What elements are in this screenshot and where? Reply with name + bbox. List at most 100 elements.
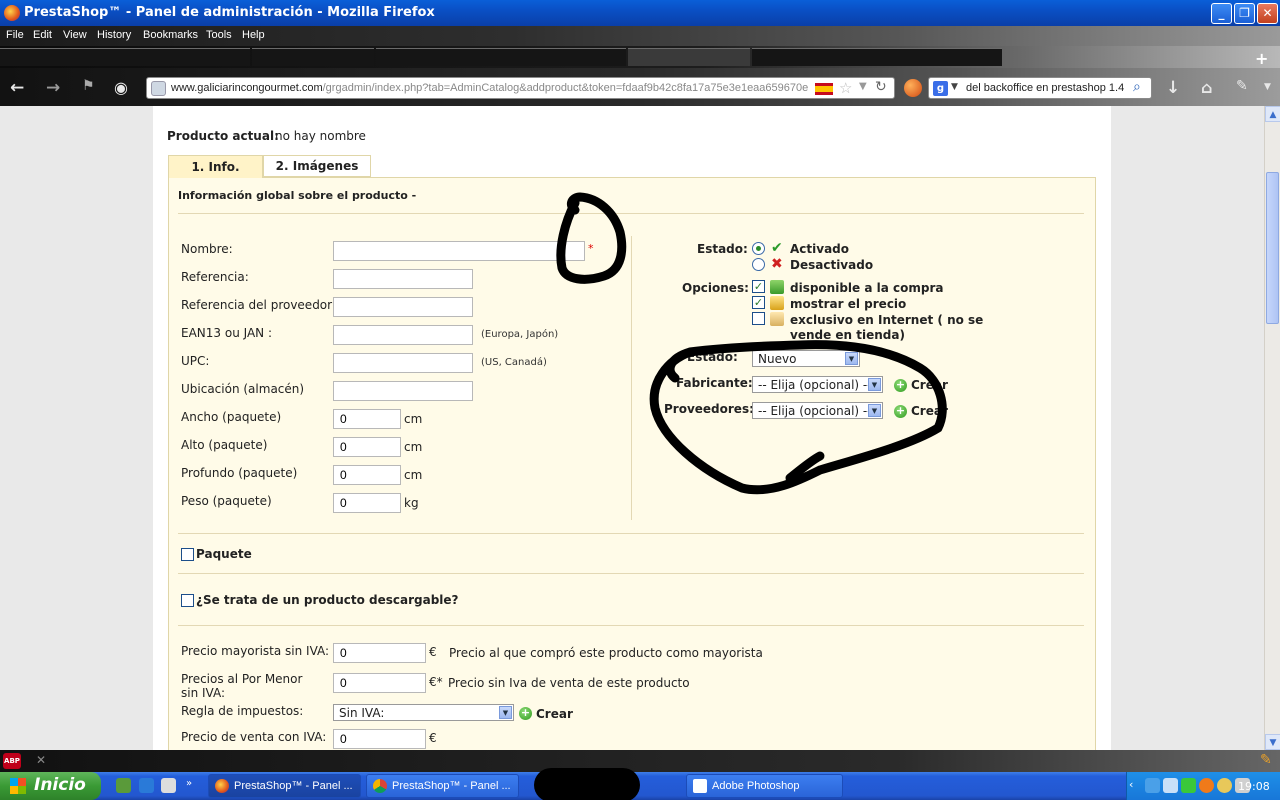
- menu-bookmarks[interactable]: Bookmarks: [143, 29, 198, 41]
- back-icon[interactable]: ←: [10, 78, 24, 98]
- quicklaunch-more-icon[interactable]: »: [186, 778, 192, 789]
- addon-status-icon[interactable]: ✎: [1260, 752, 1272, 768]
- check-icon: ✔: [771, 240, 783, 256]
- mostrar-label: mostrar el precio: [790, 297, 907, 311]
- activado-radio[interactable]: [752, 242, 765, 255]
- disponible-checkbox[interactable]: ✓: [752, 280, 765, 293]
- exclusivo-checkbox[interactable]: [752, 312, 765, 325]
- search-icon[interactable]: ⌕: [1133, 79, 1141, 95]
- dropdown-arrow-icon[interactable]: ▼: [859, 81, 867, 92]
- proveedores-select[interactable]: -- Elija (opcional) -- ▼: [752, 402, 883, 419]
- ancho-label: Ancho (paquete): [181, 410, 282, 424]
- ie-icon[interactable]: [139, 778, 154, 793]
- venta-input[interactable]: [333, 729, 426, 749]
- exclusivo-label: exclusivo en Internet ( no se vende en t…: [790, 313, 984, 342]
- create-impuesto-link[interactable]: Crear: [536, 707, 573, 721]
- menu-view[interactable]: View: [63, 29, 87, 41]
- bookmark-star-icon[interactable]: ☆: [839, 79, 852, 97]
- tools-icon[interactable]: ✎: [1236, 78, 1248, 94]
- upc-label: UPC:: [181, 354, 210, 368]
- mayorista-input[interactable]: [333, 643, 426, 663]
- download-icon[interactable]: ↓: [1166, 78, 1180, 98]
- fabricante-label: Fabricante:: [676, 376, 753, 390]
- browser-tab[interactable]: [252, 48, 374, 66]
- messenger-icon[interactable]: [1181, 778, 1196, 793]
- mostrar-checkbox[interactable]: ✓: [752, 296, 765, 309]
- peso-input[interactable]: [333, 493, 401, 513]
- menu-file[interactable]: File: [6, 29, 24, 41]
- alto-input[interactable]: [333, 437, 401, 457]
- referencia-input[interactable]: [333, 269, 473, 289]
- url-bar[interactable]: www.galiciarincongourmet.com/grgadmin/in…: [146, 77, 895, 99]
- history-icon[interactable]: ⚑: [82, 78, 95, 94]
- ean-input[interactable]: [333, 325, 473, 345]
- ancho-input[interactable]: [333, 409, 401, 429]
- maximize-button[interactable]: ❐: [1234, 3, 1255, 24]
- browser-tab[interactable]: [752, 48, 1002, 66]
- url-text[interactable]: www.galiciarincongourmet.com/grgadmin/in…: [171, 82, 808, 94]
- close-addonbar-icon[interactable]: ✕: [36, 753, 46, 767]
- scroll-thumb[interactable]: [1266, 172, 1279, 324]
- desactivado-radio[interactable]: [752, 258, 765, 271]
- network-icon[interactable]: [1145, 778, 1160, 793]
- profundo-input[interactable]: [333, 465, 401, 485]
- minimize-button[interactable]: _: [1211, 3, 1232, 24]
- menor-input[interactable]: [333, 673, 426, 693]
- tab-imagenes[interactable]: 2. Imágenes (0): [263, 155, 371, 194]
- forward-icon[interactable]: →: [46, 78, 60, 98]
- menu-history[interactable]: History: [97, 29, 131, 41]
- tray-app-icon[interactable]: [1217, 778, 1232, 793]
- add-impuesto-icon[interactable]: +: [519, 707, 532, 720]
- taskbar-item-photoshop[interactable]: Adobe Photoshop: [686, 774, 843, 798]
- disponible-label: disponible a la compra: [790, 281, 944, 295]
- create-fabricante-link[interactable]: Crear: [911, 378, 948, 392]
- close-button[interactable]: ✕: [1257, 3, 1278, 24]
- google-icon[interactable]: g: [933, 81, 948, 96]
- create-proveedor-link[interactable]: Crear: [911, 404, 948, 418]
- monitor-icon[interactable]: [1163, 778, 1178, 793]
- taskbar-item-chrome[interactable]: PrestaShop™ - Panel ...: [366, 774, 519, 798]
- upc-input[interactable]: [333, 353, 473, 373]
- add-fabricante-icon[interactable]: +: [894, 379, 907, 392]
- quicklaunch-icon[interactable]: [116, 778, 131, 793]
- addon-ball-icon[interactable]: [904, 79, 922, 97]
- site-identity-icon[interactable]: [151, 81, 166, 96]
- globe-icon[interactable]: ◉: [114, 78, 128, 97]
- desktop-icon[interactable]: [161, 778, 176, 793]
- condition-select[interactable]: Nuevo ▼: [752, 350, 860, 367]
- menu-help[interactable]: Help: [242, 29, 265, 41]
- vertical-scrollbar[interactable]: ▲ ▼: [1264, 106, 1280, 750]
- scroll-up-icon[interactable]: ▲: [1265, 106, 1280, 122]
- scroll-down-icon[interactable]: ▼: [1265, 734, 1280, 750]
- browser-tab-active[interactable]: [628, 48, 750, 66]
- menu-dropdown-icon[interactable]: ▼: [1264, 82, 1271, 92]
- ubicacion-input[interactable]: [333, 381, 473, 401]
- reload-icon[interactable]: ↻: [875, 79, 887, 95]
- paquete-checkbox[interactable]: [181, 548, 194, 561]
- adblock-icon[interactable]: ABP: [3, 753, 21, 769]
- add-proveedor-icon[interactable]: +: [894, 405, 907, 418]
- taskbar-item-firefox[interactable]: PrestaShop™ - Panel ...: [208, 774, 361, 798]
- tray-app-icon[interactable]: [1199, 778, 1214, 793]
- new-tab-icon[interactable]: +: [1255, 49, 1268, 68]
- windows-logo-icon: [10, 778, 26, 794]
- fabricante-select[interactable]: -- Elija (opcional) -- ▼: [752, 376, 883, 393]
- start-button[interactable]: Inicio: [0, 772, 101, 800]
- search-engine-dropdown-icon[interactable]: ▼: [951, 82, 958, 92]
- descargable-checkbox[interactable]: [181, 594, 194, 607]
- ref-proveedor-input[interactable]: [333, 297, 473, 317]
- redaction-blot: [534, 768, 640, 800]
- divider: [178, 533, 1084, 534]
- search-bar[interactable]: g ▼ del backoffice en prestashop 1.4 ⌕: [928, 77, 1152, 99]
- nombre-input[interactable]: [333, 241, 585, 261]
- search-text[interactable]: del backoffice en prestashop 1.4: [966, 82, 1124, 94]
- tray-expand-icon[interactable]: ‹: [1129, 778, 1141, 792]
- tab-info[interactable]: 1. Info.: [168, 155, 263, 178]
- menu-edit[interactable]: Edit: [33, 29, 52, 41]
- menu-tools[interactable]: Tools: [206, 29, 232, 41]
- home-icon[interactable]: ⌂: [1201, 78, 1212, 97]
- impuestos-select[interactable]: Sin IVA: ▼: [333, 704, 514, 721]
- browser-tab[interactable]: [0, 48, 250, 66]
- paquete-label: Paquete: [196, 547, 252, 561]
- browser-tab[interactable]: [376, 48, 626, 66]
